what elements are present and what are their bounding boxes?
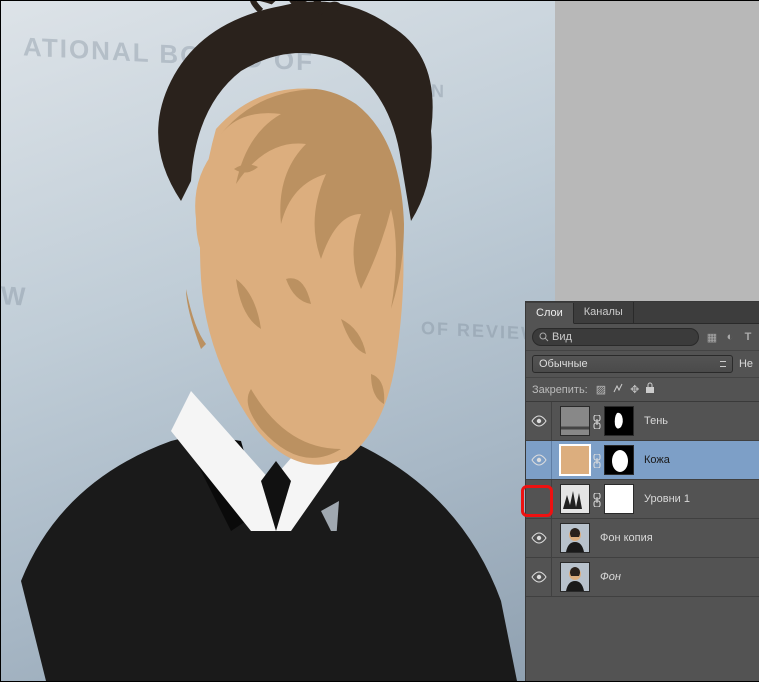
watermark-text: OF REVIEW: [421, 318, 540, 345]
layers-panel: Слои Каналы Вид ▦ ◐ T Обычные Не Закрепи…: [525, 301, 759, 681]
layer-thumbnail[interactable]: [560, 484, 590, 514]
layer-row[interactable]: Тень: [526, 402, 759, 441]
filter-adjust-icon[interactable]: ◐: [723, 330, 737, 344]
lock-image-icon[interactable]: [612, 382, 624, 397]
layer-thumbnail[interactable]: [560, 562, 590, 592]
layer-row[interactable]: Кожа: [526, 441, 759, 480]
visibility-toggle[interactable]: [526, 402, 552, 440]
lock-row: Закрепить: ▨ ✥: [526, 378, 759, 402]
layer-row[interactable]: Уровни 1: [526, 480, 759, 519]
layer-thumbnail[interactable]: [560, 445, 590, 475]
filter-icons: ▦ ◐ T: [705, 330, 755, 344]
layer-name[interactable]: Уровни 1: [638, 493, 690, 505]
lock-all-icon[interactable]: [645, 382, 655, 397]
layer-filter-select[interactable]: Вид: [532, 328, 699, 346]
panel-tabs: Слои Каналы: [526, 302, 759, 324]
layer-thumbnail[interactable]: [560, 406, 590, 436]
search-icon: [539, 332, 549, 342]
layer-row[interactable]: Фон копия: [526, 519, 759, 558]
layer-list: Тень Кожа Уровни 1 Фон копия Фон: [526, 402, 759, 597]
layer-name[interactable]: Фон копия: [594, 532, 653, 544]
link-icon[interactable]: [593, 454, 601, 466]
filter-row: Вид ▦ ◐ T: [526, 324, 759, 351]
tab-layers[interactable]: Слои: [526, 303, 574, 324]
lock-transparency-icon[interactable]: ▨: [596, 383, 606, 396]
thumb-group: [556, 562, 590, 592]
lock-label: Закрепить:: [532, 384, 588, 396]
tab-channels[interactable]: Каналы: [574, 302, 634, 323]
visibility-toggle[interactable]: [526, 558, 552, 596]
mask-thumbnail[interactable]: [604, 445, 634, 475]
filter-label: Вид: [552, 331, 572, 343]
mask-thumbnail[interactable]: [604, 406, 634, 436]
face-shape: [186, 79, 406, 479]
filter-type-icon[interactable]: T: [741, 330, 755, 344]
visibility-toggle[interactable]: [526, 519, 552, 557]
layer-row[interactable]: Фон: [526, 558, 759, 597]
thumb-group: [556, 406, 634, 436]
canvas-area[interactable]: ATIONAL BOARD OF W OF REVIEW N: [1, 1, 555, 681]
blend-mode-select[interactable]: Обычные: [532, 355, 733, 373]
visibility-toggle[interactable]: [526, 441, 552, 479]
layer-name[interactable]: Тень: [638, 415, 668, 427]
thumb-group: [556, 484, 634, 514]
thumb-group: [556, 445, 634, 475]
visibility-toggle[interactable]: [526, 480, 552, 518]
layer-name[interactable]: Кожа: [638, 454, 670, 466]
link-icon[interactable]: [593, 493, 601, 505]
opacity-label: Не: [739, 358, 753, 370]
link-icon[interactable]: [593, 415, 601, 427]
thumb-group: [556, 523, 590, 553]
lock-position-icon[interactable]: ✥: [630, 383, 639, 396]
layer-name[interactable]: Фон: [594, 571, 621, 583]
blend-row: Обычные Не: [526, 351, 759, 378]
filter-pixel-icon[interactable]: ▦: [705, 330, 719, 344]
layer-thumbnail[interactable]: [560, 523, 590, 553]
mask-thumbnail[interactable]: [604, 484, 634, 514]
watermark-text: W: [1, 280, 28, 312]
